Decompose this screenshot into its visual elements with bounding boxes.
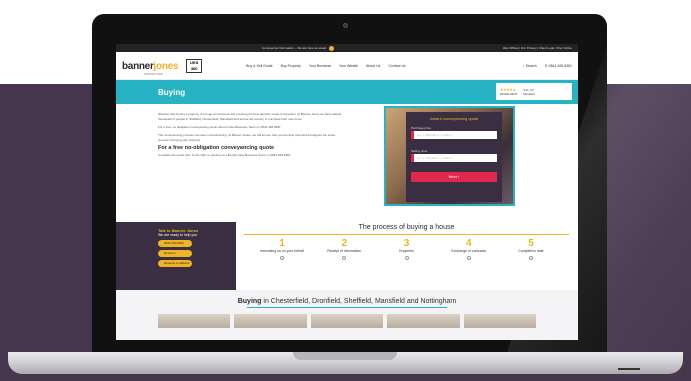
- step-number: 1: [279, 238, 285, 249]
- logo-accent: jones: [153, 60, 179, 72]
- phone-number: 0844 469 8381: [548, 63, 572, 68]
- section-heading: For a free no-obligation conveyancing qu…: [158, 145, 275, 151]
- step-label: Completion date: [518, 249, 544, 253]
- callback-button[interactable]: Request a callback: [158, 260, 192, 267]
- nav-item-wealth[interactable]: Your Wealth: [339, 64, 358, 68]
- page-title: Buying: [158, 87, 186, 97]
- intro-paragraph: Whether that buying a property is a huge…: [158, 112, 342, 121]
- nav-item-property[interactable]: Buy Property: [281, 64, 301, 68]
- process-step[interactable]: 4 Exchange of contracts: [441, 238, 497, 260]
- rating-count: Reviews: [523, 91, 535, 96]
- step-dot-icon: [342, 255, 347, 260]
- covid-notice[interactable]: Coronavirus Information – We are here as…: [262, 45, 334, 51]
- logo[interactable]: bannerjones SURVEYORS: [122, 56, 178, 76]
- step-label: Instructing us on your behalf: [260, 249, 304, 253]
- process-divider: [244, 234, 569, 235]
- process-steps: The process of buying a house 1 Instruct…: [244, 224, 569, 260]
- nav-links: Buy & Sell Guide Buy Property Your Busin…: [246, 64, 406, 68]
- covid-notice-text: Coronavirus Information – We are here as…: [262, 46, 326, 50]
- quote-title: Instant conveyancing quote: [429, 116, 479, 121]
- location-photos: [116, 308, 578, 328]
- process-step[interactable]: 3 Enquiries: [379, 238, 435, 260]
- purchase-label: Purchase price: [411, 126, 432, 130]
- accreditation-seal: UKS 360: [186, 58, 203, 73]
- next-label: Next: [448, 174, 457, 179]
- location-photo[interactable]: [463, 314, 537, 328]
- process-paragraph: The conveyancing process can seem overwh…: [158, 133, 336, 142]
- step-dot-icon: [280, 255, 284, 260]
- location-photo[interactable]: [158, 314, 231, 328]
- purchase-price-input[interactable]: £ e.g. 200,000 or 1 million: [411, 131, 497, 139]
- next-button[interactable]: Next ›: [411, 172, 497, 182]
- logo-sub: SURVEYORS: [144, 71, 163, 76]
- intro-copy: Whether that buying a property is a huge…: [158, 112, 343, 161]
- process-title: The process of buying a house: [358, 224, 455, 231]
- step-number: 4: [465, 238, 472, 249]
- laptop-indicator: [618, 368, 640, 370]
- scene: Coronavirus Information – We are here as…: [0, 0, 691, 381]
- main-content: Whether that buying a property is a huge…: [116, 104, 578, 222]
- rating-score: 9.8 / 10: [523, 87, 534, 92]
- search-button[interactable]: ⌕ Search: [523, 64, 537, 68]
- quote-form: Instant conveyancing quote Purchase pric…: [406, 112, 502, 202]
- laptop-screen: Coronavirus Information – We are here as…: [116, 44, 578, 340]
- selling-price-input[interactable]: £ e.g. 200,000 or 1 million: [411, 154, 497, 162]
- locations-rest: in Chesterfield, Dronfield, Sheffield, M…: [261, 298, 457, 305]
- nav-item-guide[interactable]: Buy & Sell Guide: [246, 64, 272, 68]
- location-photo[interactable]: [310, 314, 384, 328]
- step-label: Receipt of information: [327, 249, 362, 253]
- search-icon: ⌕: [522, 63, 525, 68]
- process-section: Talk to Banner Jones We are ready to hel…: [116, 222, 578, 298]
- location-photo[interactable]: [234, 314, 307, 328]
- phone-link[interactable]: ✆ 0844 469 8381: [545, 64, 572, 68]
- locations-title: Buying in Chesterfield, Dronfield, Sheff…: [116, 298, 578, 305]
- step-number: 3: [403, 238, 410, 249]
- nav-item-contact[interactable]: Contact Us: [388, 64, 405, 68]
- search-label: Search: [525, 63, 537, 68]
- step-dot-icon: [529, 255, 533, 260]
- notice-dot-icon: [328, 45, 334, 51]
- locations-bold: Buying: [237, 298, 262, 305]
- process-step[interactable]: 1 Instructing us on your behalf: [254, 238, 310, 260]
- nav-right: ⌕ Search ✆ 0844 469 8381: [523, 64, 572, 68]
- step-number: 2: [341, 238, 348, 249]
- locations-section: Buying in Chesterfield, Dronfield, Sheff…: [116, 290, 578, 340]
- contact-box: Talk to Banner Jones We are ready to hel…: [116, 222, 236, 292]
- webcam-icon: [343, 23, 348, 28]
- contact-subtitle: We are ready to help you: [158, 233, 198, 237]
- step-label: Exchange of contracts: [451, 249, 487, 253]
- selling-label: Selling price: [411, 149, 428, 153]
- rating-widget[interactable]: ★★★★★ EXCELLENT 9.8 / 10 Reviews: [496, 83, 572, 100]
- step-number: 5: [528, 238, 534, 249]
- main-nav: bannerjones SURVEYORS UKS 360 Buy & Sell…: [116, 52, 578, 80]
- top-links[interactable]: Hire Offices | Our Privacy | Client Logi…: [503, 46, 572, 50]
- nav-item-business[interactable]: Your Business: [309, 64, 331, 68]
- step-label: Enquiries: [399, 249, 414, 253]
- phone-icon: ✆: [544, 63, 548, 68]
- logo-main: banner: [122, 60, 154, 72]
- form-paragraph: Complete the quote form to the right or …: [158, 153, 291, 157]
- call-button[interactable]: 0844 469 8381: [158, 240, 192, 247]
- laptop-notch: [293, 352, 397, 360]
- nav-item-about[interactable]: About Us: [366, 64, 380, 68]
- process-step[interactable]: 2 Receipt of information: [316, 238, 372, 260]
- hero-banner: Buying ★★★★★ EXCELLENT 9.8 / 10 Reviews: [116, 80, 578, 104]
- rating-label: EXCELLENT: [500, 92, 518, 96]
- process-step[interactable]: 5 Completion date: [503, 238, 559, 260]
- step-dot-icon: [404, 255, 409, 260]
- top-bar: Coronavirus Information – We are here as…: [116, 44, 578, 52]
- email-button[interactable]: Email us: [158, 250, 192, 257]
- location-photo[interactable]: [387, 314, 460, 328]
- step-dot-icon: [466, 255, 471, 260]
- quote-paragraph: For a free, no obligation conveyancing q…: [158, 125, 281, 129]
